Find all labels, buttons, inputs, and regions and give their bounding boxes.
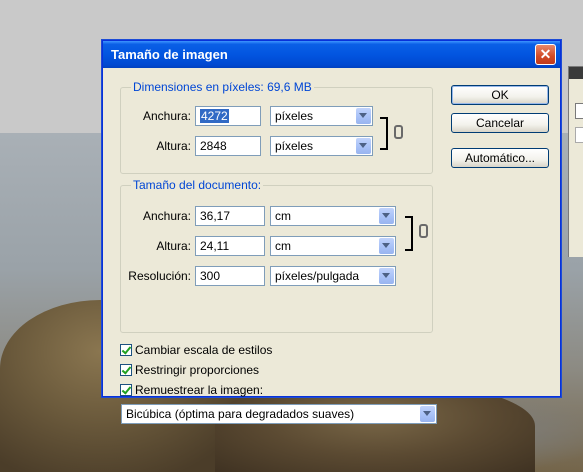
link-bracket xyxy=(380,117,388,150)
doc-width-label: Anchura: xyxy=(142,209,191,223)
pixel-height-unit-select[interactable]: píxeles xyxy=(270,136,373,156)
chevron-down-icon[interactable] xyxy=(420,406,435,422)
chevron-down-icon[interactable] xyxy=(356,138,371,154)
chain-link-icon xyxy=(394,125,403,139)
resolution-unit: píxeles/pulgada xyxy=(275,269,360,283)
document-size-legend: Tamaño del documento: xyxy=(131,178,264,192)
dialog-titlebar[interactable]: Tamaño de imagen ✕ xyxy=(103,41,560,68)
resample-method-value: Bicúbica (óptima para degradados suaves) xyxy=(126,407,355,421)
panel-control[interactable] xyxy=(575,127,583,143)
cancel-button[interactable]: Cancelar xyxy=(451,113,549,133)
background-panel xyxy=(568,66,583,257)
doc-width-unit-select[interactable]: cm xyxy=(270,206,396,226)
constrain-proportions-checkbox[interactable] xyxy=(120,364,132,376)
ok-button[interactable]: OK xyxy=(451,85,549,105)
resolution-label: Resolución: xyxy=(128,269,191,283)
constrain-proportions-label[interactable]: Restringir proporciones xyxy=(135,363,259,377)
pixel-dimensions-group: Dimensiones en píxeles: 69,6 MB Anchura:… xyxy=(120,80,433,174)
pixel-height-label: Altura: xyxy=(156,139,191,153)
image-size-dialog: Tamaño de imagen ✕ Dimensiones en píxele… xyxy=(102,40,561,424)
chevron-down-icon[interactable] xyxy=(356,108,371,124)
resample-label[interactable]: Remuestrear la imagen: xyxy=(135,383,263,397)
doc-height-value: 24,11 xyxy=(200,239,230,253)
pixel-dimensions-legend: Dimensiones en píxeles: 69,6 MB xyxy=(131,80,314,94)
pixel-width-label: Anchura: xyxy=(142,109,191,123)
doc-width-value: 36,17 xyxy=(200,209,231,223)
chevron-down-icon[interactable] xyxy=(379,208,394,224)
doc-height-input[interactable]: 24,11 xyxy=(195,236,265,256)
resample-method-select[interactable]: Bicúbica (óptima para degradados suaves) xyxy=(121,404,437,424)
doc-width-unit: cm xyxy=(275,209,291,223)
resolution-unit-select[interactable]: píxeles/pulgada xyxy=(270,266,396,286)
pixel-width-input[interactable]: 4272 xyxy=(195,106,261,126)
resolution-input[interactable]: 300 xyxy=(195,266,265,286)
pixel-width-unit: píxeles xyxy=(275,109,314,123)
doc-width-input[interactable]: 36,17 xyxy=(195,206,265,226)
auto-button[interactable]: Automático... xyxy=(451,148,549,168)
chevron-down-icon[interactable] xyxy=(379,238,394,254)
doc-height-unit: cm xyxy=(275,239,291,253)
resolution-value: 300 xyxy=(200,269,221,283)
pixel-width-value: 4272 xyxy=(200,109,229,123)
dialog-title: Tamaño de imagen xyxy=(111,47,228,62)
pixel-height-value: 2848 xyxy=(200,139,227,153)
pixel-width-unit-select[interactable]: píxeles xyxy=(270,106,373,126)
doc-height-label: Altura: xyxy=(156,239,191,253)
doc-height-unit-select[interactable]: cm xyxy=(270,236,396,256)
scale-styles-checkbox[interactable] xyxy=(120,344,132,356)
document-size-group: Tamaño del documento: Anchura: 36,17 cm … xyxy=(120,178,433,333)
chain-link-icon xyxy=(419,224,428,238)
scale-styles-label[interactable]: Cambiar escala de estilos xyxy=(135,343,272,357)
pixel-height-unit: píxeles xyxy=(275,139,314,153)
pixel-height-input[interactable]: 2848 xyxy=(195,136,261,156)
chevron-down-icon[interactable] xyxy=(379,268,394,284)
link-bracket xyxy=(405,216,413,251)
close-button[interactable]: ✕ xyxy=(535,44,556,65)
panel-titlebar xyxy=(569,67,583,79)
resample-checkbox[interactable] xyxy=(120,384,132,396)
panel-control[interactable] xyxy=(575,103,583,119)
